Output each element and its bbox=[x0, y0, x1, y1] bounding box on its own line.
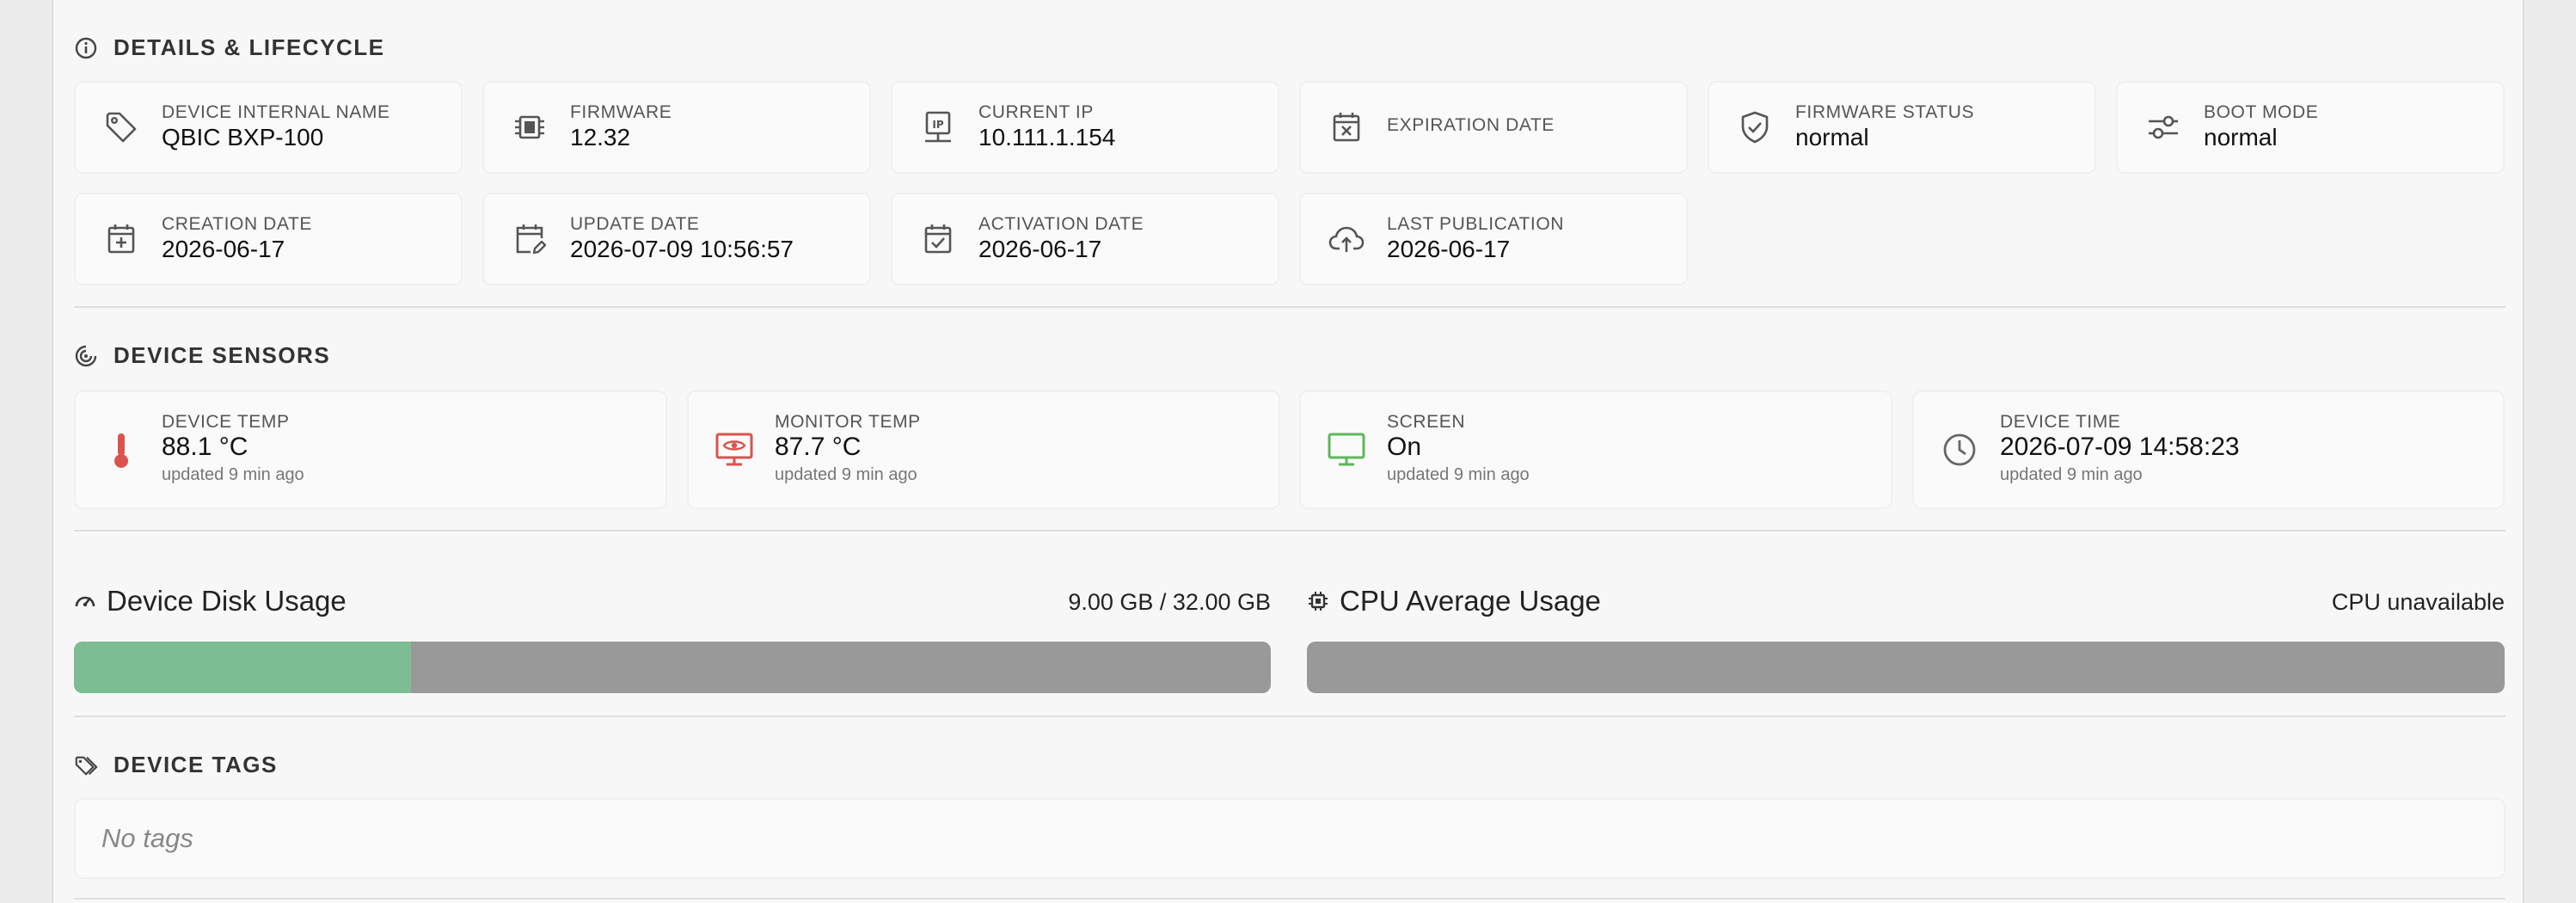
tags-icon bbox=[74, 753, 98, 777]
sensor-value: On bbox=[1387, 433, 1422, 461]
sensor-card-device-time: DEVICE TIME 2026-07-09 14:58:23 updated … bbox=[1912, 390, 2505, 509]
sensors-section-title: DEVICE SENSORS bbox=[74, 342, 330, 369]
card-label: CREATION DATE bbox=[162, 214, 313, 234]
sensor-value: 88.1 °C bbox=[162, 433, 248, 461]
card-firmware-status: FIRMWARE STATUS normal bbox=[1708, 81, 2096, 174]
disk-usage-fill bbox=[74, 642, 411, 693]
sensor-value: 87.7 °C bbox=[775, 433, 862, 461]
card-update-date: UPDATE DATE 2026-07-09 10:56:57 bbox=[482, 193, 871, 286]
card-value: 2026-07-09 10:56:57 bbox=[570, 236, 794, 262]
section-divider bbox=[74, 898, 2505, 900]
monitor-eye-icon bbox=[715, 430, 754, 470]
card-firmware: FIRMWARE 12.32 bbox=[482, 81, 871, 174]
sensor-card-device-temp: DEVICE TEMP 88.1 °C updated 9 min ago bbox=[74, 390, 667, 509]
cpu-usage-title: CPU Average Usage bbox=[1307, 585, 1601, 617]
card-value: 10.111.1.154 bbox=[978, 124, 1116, 150]
details-title-text: DETAILS & LIFECYCLE bbox=[113, 34, 385, 60]
disk-usage-title: Device Disk Usage bbox=[74, 585, 347, 617]
card-label: CURRENT IP bbox=[978, 102, 1094, 122]
card-value: 2026-06-17 bbox=[162, 236, 285, 262]
sensor-updated: updated 9 min ago bbox=[2000, 465, 2143, 484]
card-device-internal-name: DEVICE INTERNAL NAME QBIC BXP-100 bbox=[74, 81, 463, 174]
calendar-x-icon bbox=[1327, 108, 1366, 147]
calendar-plus-icon bbox=[101, 219, 141, 259]
section-divider bbox=[74, 716, 2505, 717]
monitor-icon bbox=[1327, 430, 1366, 470]
clock-icon bbox=[1940, 430, 1979, 470]
ip-icon: IP bbox=[918, 108, 958, 147]
info-icon bbox=[74, 36, 98, 60]
card-label: DEVICE INTERNAL NAME bbox=[162, 102, 390, 122]
sensor-updated: updated 9 min ago bbox=[162, 465, 304, 484]
card-value: 12.32 bbox=[570, 124, 631, 150]
sensor-label: SCREEN bbox=[1387, 412, 1466, 432]
card-last-publication: LAST PUBLICATION 2026-06-17 bbox=[1299, 193, 1688, 286]
sensor-icon bbox=[74, 344, 98, 368]
card-label: UPDATE DATE bbox=[570, 214, 700, 234]
tags-title-text: DEVICE TAGS bbox=[113, 752, 278, 777]
gauge-icon bbox=[74, 590, 96, 612]
tags-section-title: DEVICE TAGS bbox=[74, 752, 278, 778]
sensors-title-text: DEVICE SENSORS bbox=[113, 342, 331, 368]
card-boot-mode: BOOT MODE normal bbox=[2116, 81, 2505, 174]
card-value: normal bbox=[2204, 124, 2278, 150]
card-label: EXPIRATION DATE bbox=[1387, 115, 1555, 135]
cpu-icon bbox=[1307, 590, 1329, 612]
cpu-usage-summary: CPU unavailable bbox=[2331, 589, 2505, 615]
sensor-label: MONITOR TEMP bbox=[775, 412, 921, 432]
card-label: FIRMWARE bbox=[570, 102, 672, 122]
calendar-edit-icon bbox=[510, 219, 549, 259]
section-divider bbox=[74, 306, 2505, 308]
card-creation-date: CREATION DATE 2026-06-17 bbox=[74, 193, 463, 286]
tag-icon bbox=[101, 108, 141, 147]
disk-usage-title-text: Device Disk Usage bbox=[107, 585, 347, 617]
sensor-card-monitor-temp: MONITOR TEMP 87.7 °C updated 9 min ago bbox=[687, 390, 1280, 509]
sensor-label: DEVICE TEMP bbox=[162, 412, 290, 432]
sensor-label: DEVICE TIME bbox=[2000, 412, 2121, 432]
cloud-upload-icon bbox=[1327, 219, 1366, 259]
sensor-value: 2026-07-09 14:58:23 bbox=[2000, 433, 2240, 461]
card-value: 2026-06-17 bbox=[978, 236, 1102, 262]
device-details-panel: DETAILS & LIFECYCLE DEVICE INTERNAL NAME… bbox=[52, 0, 2524, 903]
card-activation-date: ACTIVATION DATE 2026-06-17 bbox=[891, 193, 1279, 286]
cpu-usage-title-text: CPU Average Usage bbox=[1340, 585, 1601, 617]
card-expiration-date: EXPIRATION DATE bbox=[1299, 81, 1688, 174]
chip-icon bbox=[510, 108, 549, 147]
sensor-card-screen: SCREEN On updated 9 min ago bbox=[1299, 390, 1892, 509]
details-section-title: DETAILS & LIFECYCLE bbox=[74, 34, 384, 61]
no-tags-text: No tags bbox=[101, 823, 193, 853]
tags-box: No tags bbox=[74, 798, 2505, 879]
sensor-updated: updated 9 min ago bbox=[1387, 465, 1530, 484]
disk-usage-bar bbox=[74, 642, 1271, 693]
card-value: QBIC BXP-100 bbox=[162, 124, 324, 150]
card-label: FIRMWARE STATUS bbox=[1795, 102, 1975, 122]
card-current-ip: IP CURRENT IP 10.111.1.154 bbox=[891, 81, 1279, 174]
svg-text:IP: IP bbox=[932, 119, 943, 131]
card-label: LAST PUBLICATION bbox=[1387, 214, 1565, 234]
card-label: BOOT MODE bbox=[2204, 102, 2319, 122]
sliders-icon bbox=[2144, 108, 2183, 147]
calendar-check-icon bbox=[918, 219, 958, 259]
shield-check-icon bbox=[1735, 108, 1775, 147]
thermometer-icon bbox=[101, 430, 141, 470]
disk-usage-summary: 9.00 GB / 32.00 GB bbox=[1068, 589, 1271, 615]
cpu-usage-bar bbox=[1307, 642, 2505, 693]
card-value: normal bbox=[1795, 124, 1869, 150]
section-divider bbox=[74, 530, 2505, 531]
card-label: ACTIVATION DATE bbox=[978, 214, 1144, 234]
card-value: 2026-06-17 bbox=[1387, 236, 1511, 262]
sensor-updated: updated 9 min ago bbox=[775, 465, 917, 484]
